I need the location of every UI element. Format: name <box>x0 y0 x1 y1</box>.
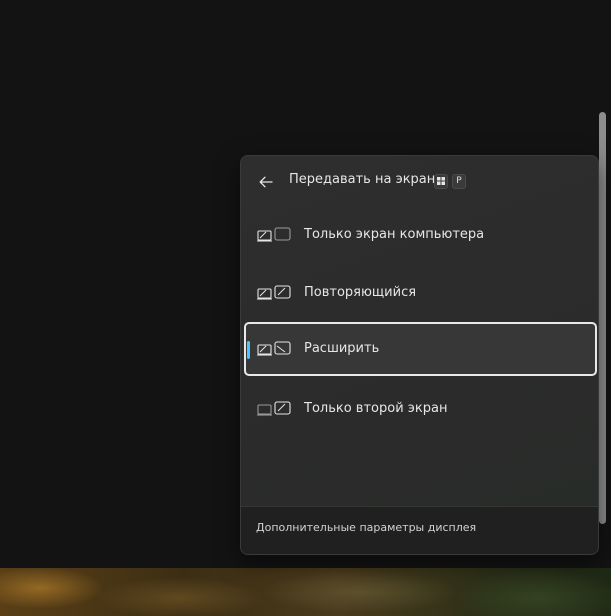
flyout-header: Передавать на экран P <box>241 156 598 206</box>
scrollbar[interactable] <box>599 112 606 524</box>
advanced-display-settings-link[interactable]: Дополнительные параметры дисплея <box>256 521 476 534</box>
arrow-left-icon <box>259 176 273 188</box>
windows-key <box>434 173 448 189</box>
option-duplicate[interactable]: Повторяющийся <box>244 266 597 320</box>
option-extend[interactable]: Расширить <box>244 322 597 376</box>
option-label: Расширить <box>304 341 380 356</box>
windows-logo-icon <box>437 177 445 185</box>
option-label: Повторяющийся <box>304 285 417 300</box>
option-second-screen-only[interactable]: Только второй экран <box>244 382 597 436</box>
duplicate-icon <box>257 285 291 300</box>
p-key: P <box>452 173 466 189</box>
option-label: Только экран компьютера <box>304 227 485 242</box>
extend-icon <box>257 341 291 356</box>
flyout-footer: Дополнительные параметры дисплея <box>241 506 598 554</box>
back-button[interactable] <box>253 169 279 195</box>
flyout-title: Передавать на экран <box>289 172 436 187</box>
option-pc-screen-only[interactable]: Только экран компьютера <box>244 208 597 262</box>
wallpaper <box>0 568 611 616</box>
selected-indicator <box>247 341 250 359</box>
pc-screen-only-icon <box>257 227 291 242</box>
option-label: Только второй экран <box>304 401 448 416</box>
keyboard-shortcut-hint: P <box>434 173 466 189</box>
project-flyout: Передавать на экран P Только экран компь… <box>240 155 599 555</box>
second-screen-only-icon <box>257 401 291 416</box>
